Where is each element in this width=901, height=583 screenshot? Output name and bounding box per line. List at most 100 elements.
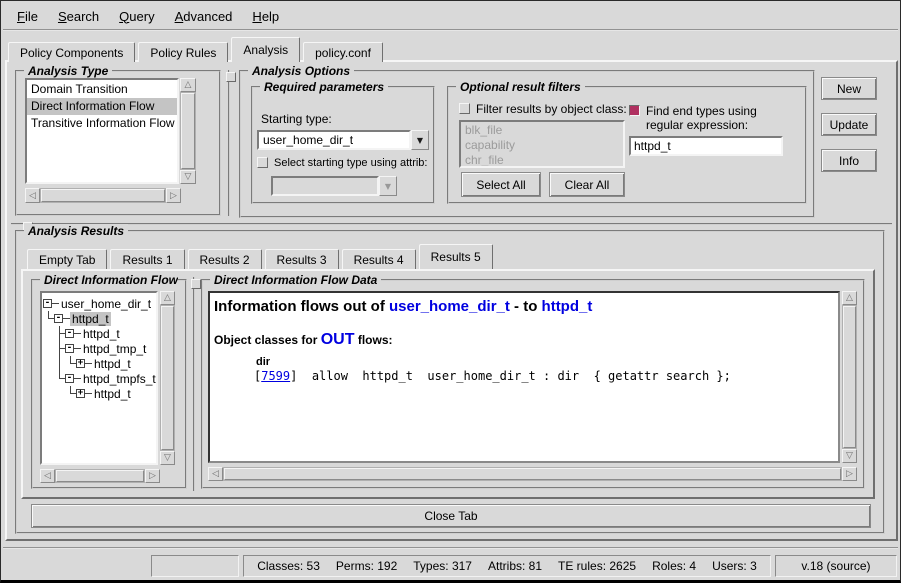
flow-tree-vscrollbar-trough[interactable]: [160, 305, 175, 451]
starting-type-value[interactable]: user_home_dir_t: [257, 130, 411, 150]
tree-row-httpd-tmp-t-3[interactable]: -httpd_tmp_t: [43, 341, 155, 356]
checkbox-indicator[interactable]: [459, 103, 470, 114]
tree-collapse-icon[interactable]: -: [65, 371, 81, 386]
menu-item-help[interactable]: Help: [242, 6, 289, 27]
tree-collapse-icon[interactable]: -: [65, 326, 81, 341]
sash-handle[interactable]: [226, 72, 236, 82]
flow-tree-hscrollbar-right-arrow-icon[interactable]: ▷: [145, 469, 160, 483]
tree-collapse-icon[interactable]: -: [54, 311, 70, 326]
status-stat-classes: Classes: 53: [257, 559, 320, 573]
flow-tree-vscrollbar-down-arrow-icon[interactable]: ▽: [160, 451, 175, 465]
menu-item-file[interactable]: File: [7, 6, 48, 27]
regex-checkbox[interactable]: Find end types using regular expression:: [629, 104, 801, 132]
flow-direction: OUT: [321, 331, 355, 348]
clear-all-button[interactable]: Clear All: [549, 172, 625, 197]
menu-underline-letter: A: [175, 9, 184, 24]
tree-collapse-icon[interactable]: -: [65, 341, 81, 356]
chevron-down-icon: ▼: [385, 182, 391, 191]
analysis-type-vscrollbar-trough[interactable]: [180, 92, 196, 170]
flow-data-vscrollbar-trough[interactable]: [842, 305, 857, 449]
analysis-type-hscrollbar-right-arrow-icon[interactable]: ▷: [166, 188, 181, 203]
filter-object-class-checkbox[interactable]: Filter results by object class:: [459, 102, 627, 116]
analysis-type-vscrollbar-down-arrow-icon[interactable]: ▽: [180, 170, 196, 184]
tree-row-httpd-t-4[interactable]: +httpd_t: [43, 356, 155, 371]
flow-tree-hscrollbar[interactable]: ◁▷: [40, 469, 160, 483]
tab-policy-rules[interactable]: Policy Rules: [138, 42, 228, 62]
flow-tree-vscrollbar[interactable]: △▽: [160, 291, 175, 465]
results-tab-empty-tab[interactable]: Empty Tab: [27, 249, 107, 269]
flow-tree-hscrollbar-trough[interactable]: [55, 469, 145, 483]
results-sash[interactable]: [11, 223, 892, 227]
tree-guide-line: [65, 356, 76, 371]
analysis-type-vscrollbar[interactable]: △▽: [180, 78, 196, 184]
menu-item-query[interactable]: Query: [109, 6, 164, 27]
tree-data-sash[interactable]: [193, 277, 197, 491]
analysis-type-hscrollbar-left-arrow-icon[interactable]: ◁: [25, 188, 40, 203]
flow-data-hscrollbar-trough[interactable]: [223, 467, 842, 481]
flow-tree-vscrollbar-up-arrow-icon[interactable]: △: [160, 291, 175, 305]
tree-row-httpd-t-6[interactable]: +httpd_t: [43, 386, 155, 401]
select-attrib-checkbox[interactable]: Select starting type using attrib:: [257, 156, 433, 170]
options-sash[interactable]: [228, 70, 232, 216]
tree-node-label: httpd_t: [70, 312, 111, 326]
tree-node-label: httpd_tmp_t: [81, 342, 148, 356]
main-frame: Analysis Type Domain TransitionDirect In…: [5, 60, 898, 541]
flow-data-vscrollbar-down-arrow-icon[interactable]: ▽: [842, 449, 857, 463]
analysis-type-vscrollbar-up-arrow-icon[interactable]: △: [180, 78, 196, 92]
close-tab-button[interactable]: Close Tab: [31, 504, 871, 528]
checkbox-checked-indicator[interactable]: [629, 105, 640, 116]
tree-expand-icon[interactable]: +: [76, 356, 92, 371]
flow-data-vscrollbar-thumb[interactable]: [843, 306, 856, 448]
tree-row-httpd-t-2[interactable]: -httpd_t: [43, 326, 155, 341]
analysis-type-hscrollbar-trough[interactable]: [40, 188, 166, 203]
rule-number-link[interactable]: 7599: [261, 369, 290, 383]
analysis-type-item-domain-transition[interactable]: Domain Transition: [27, 81, 177, 98]
menu-item-advanced[interactable]: Advanced: [165, 6, 243, 27]
starting-type-dropdown-button[interactable]: ▼: [411, 130, 429, 150]
flow-data-vscrollbar[interactable]: △▽: [842, 291, 857, 463]
flow-tree-vscrollbar-thumb[interactable]: [161, 306, 174, 450]
results-tab-results-1[interactable]: Results 1: [110, 249, 184, 269]
optional-result-filters-group: Optional result filters Filter results b…: [447, 86, 807, 204]
analysis-results-group-title: Analysis Results: [24, 224, 128, 238]
chevron-down-icon: ▼: [417, 136, 423, 145]
analysis-type-vscrollbar-thumb[interactable]: [181, 93, 195, 169]
flow-data-hscrollbar-thumb[interactable]: [224, 468, 841, 480]
analysis-type-item-transitive-information-flow[interactable]: Transitive Information Flow: [27, 115, 177, 132]
flow-tree: -user_home_dir_t-httpd_t-httpd_t-httpd_t…: [40, 291, 158, 465]
tree-collapse-icon[interactable]: -: [43, 296, 59, 311]
tab-analysis[interactable]: Analysis: [231, 37, 300, 62]
regex-input[interactable]: [629, 136, 783, 156]
results-tab-results-5[interactable]: Results 5: [419, 244, 493, 269]
analysis-type-item-direct-information-flow[interactable]: Direct Information Flow: [27, 98, 177, 115]
flow-tree-hscrollbar-left-arrow-icon[interactable]: ◁: [40, 469, 55, 483]
tree-guide-line: [43, 311, 54, 326]
tree-row-httpd-tmpfs-t-5[interactable]: -httpd_tmpfs_t: [43, 371, 155, 386]
flow-tree-hscrollbar-thumb[interactable]: [56, 470, 144, 482]
info-button[interactable]: Info: [821, 149, 877, 172]
flow-data-hscrollbar-left-arrow-icon[interactable]: ◁: [208, 467, 223, 481]
starting-type-combobox[interactable]: user_home_dir_t ▼: [257, 130, 429, 150]
results-tab-results-2[interactable]: Results 2: [188, 249, 262, 269]
results-tab-results-3[interactable]: Results 3: [265, 249, 339, 269]
sash-handle[interactable]: [191, 279, 201, 289]
flow-data-vscrollbar-up-arrow-icon[interactable]: △: [842, 291, 857, 305]
tab-policy-components[interactable]: Policy Components: [8, 42, 135, 62]
results-frame: Direct Information Flow Tree -user_home_…: [21, 269, 875, 499]
flow-data-textarea[interactable]: Information flows out of user_home_dir_t…: [208, 291, 840, 463]
analysis-type-hscrollbar[interactable]: ◁▷: [25, 188, 181, 203]
update-button[interactable]: Update: [821, 113, 877, 136]
tree-row-user-home-dir-t-0[interactable]: -user_home_dir_t: [43, 296, 155, 311]
new-button[interactable]: New: [821, 77, 877, 100]
analysis-type-hscrollbar-thumb[interactable]: [41, 189, 165, 202]
flow-data-hscrollbar[interactable]: ◁▷: [208, 467, 857, 481]
menu-item-search[interactable]: Search: [48, 6, 109, 27]
results-tab-results-4[interactable]: Results 4: [342, 249, 416, 269]
flow-data-hscrollbar-right-arrow-icon[interactable]: ▷: [842, 467, 857, 481]
select-all-button[interactable]: Select All: [461, 172, 541, 197]
menu-underline-letter: S: [58, 9, 67, 24]
tree-row-httpd-t-1[interactable]: -httpd_t: [43, 311, 155, 326]
tree-expand-icon[interactable]: +: [76, 386, 92, 401]
checkbox-indicator[interactable]: [257, 157, 268, 168]
tab-policy-conf[interactable]: policy.conf: [303, 42, 383, 62]
